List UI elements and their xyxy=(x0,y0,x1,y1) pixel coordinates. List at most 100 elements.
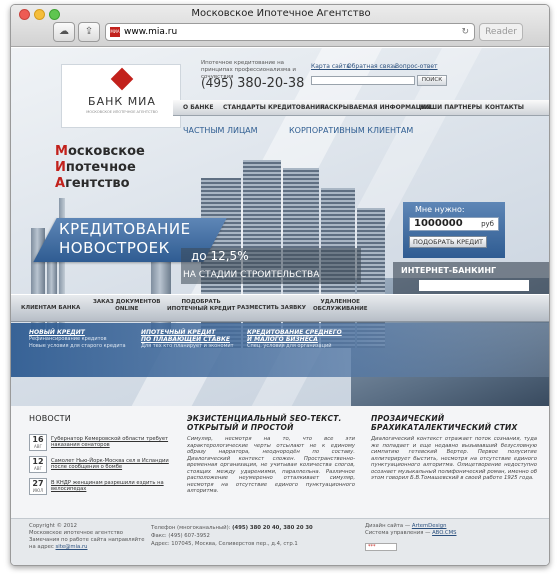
promo-row: НОВЫЙ КРЕДИТ Рефинансирование кредитов Н… xyxy=(11,323,549,377)
promo-item[interactable]: НОВЫЙ КРЕДИТ Рефинансирование кредитов Н… xyxy=(29,329,126,350)
footer-org: Московское ипотечное агентство xyxy=(29,530,124,536)
news-item[interactable]: 27 ИЮЛ В КНДР женщинам разрешили ездить н… xyxy=(29,478,169,496)
footer-cms-link[interactable]: ABO.CMS xyxy=(432,530,456,536)
services-bar: КЛИЕНТАМ БАНКА ЗАКАЗ ДОКУМЕНТОВ ONLINE П… xyxy=(11,294,549,322)
reader-button[interactable]: Reader xyxy=(479,23,523,41)
service-order-documents[interactable]: ЗАКАЗ ДОКУМЕНТОВ ONLINE xyxy=(93,299,161,313)
news-title: НОВОСТИ xyxy=(29,414,71,423)
article1-body: Симуляр, несмотря на то, что все эти хар… xyxy=(187,436,355,494)
browser-window: Московское Ипотечное Агентство ☁ ⇪ МИА w… xyxy=(10,4,550,566)
logo-emblem-icon xyxy=(110,67,134,91)
nav-item-partners[interactable]: НАШИ ПАРТНЕРЫ xyxy=(420,100,482,116)
loan-calculator: Мне нужно: 1000000 руб ПОДОБРАТЬ КРЕДИТ xyxy=(403,202,505,258)
tab-corporate-clients[interactable]: КОРПОРАТИВНЫМ КЛИЕНТАМ xyxy=(289,121,413,141)
rate-caption: НА СТАДИИ СТРОИТЕЛЬСТВА xyxy=(183,270,320,280)
promo-banner-text: КРЕДИТОВАНИЕ НОВОСТРОЕК xyxy=(59,220,191,258)
news-item[interactable]: 16 АВГ Губернатор Кемеровской области тре… xyxy=(29,434,169,452)
agency-line: Ипотечное xyxy=(55,160,145,176)
footer-feedback: Замечания по работе сайта направляйте xyxy=(29,537,145,543)
main-nav: О БАНКЕ СТАНДАРТЫ КРЕДИТОВАНИЯ РАСКРЫВАЕ… xyxy=(173,100,549,116)
news-link[interactable]: Губернатор Кемеровской области требует н… xyxy=(51,436,169,448)
footer-email-link[interactable]: site@mia.ru xyxy=(56,544,88,550)
article1-title: ЭКЗИСТЕНЦИАЛЬНЫЙ SEO-ТЕКСТ. ОТКРЫТЫЙ И П… xyxy=(187,414,342,432)
footer-copyright: Copyright © 2012 xyxy=(29,523,78,529)
agency-line: Московское xyxy=(55,144,145,160)
find-credit-button[interactable]: ПОДОБРАТЬ КРЕДИТ xyxy=(409,236,487,248)
promo-title[interactable]: ИПОТЕЧНЫЙ КРЕДИТ ПО ПЛАВАЮЩЕЙ СТАВКЕ xyxy=(141,329,234,343)
agency-initial: И xyxy=(55,160,66,175)
footer-phone: Телефон (многоканальный): (495) 380 20 4… xyxy=(151,525,313,532)
agency-line: Агентство xyxy=(55,176,145,192)
agency-title: Московское Ипотечное Агентство xyxy=(55,144,145,192)
reload-icon[interactable]: ↻ xyxy=(461,24,469,40)
bank-logo[interactable]: БАНК МИА МОСКОВСКОЕ ИПОТЕЧНОЕ АГЕНТСТВО xyxy=(61,64,181,128)
footer-design: Дизайн сайта — ArtemDesign xyxy=(365,523,446,530)
footer-email-line: на адрес site@mia.ru xyxy=(29,544,88,551)
promo-item[interactable]: ИПОТЕЧНЫЙ КРЕДИТ ПО ПЛАВАЮЩЕЙ СТАВКЕ Для… xyxy=(141,329,234,350)
url-text: www.mia.ru xyxy=(124,27,178,37)
footer-cms-label: Система управления — xyxy=(365,530,431,536)
news-month: ИЮЛ xyxy=(32,488,44,493)
agency-rest: гентство xyxy=(65,176,130,191)
agency-initial: А xyxy=(55,176,66,191)
visit-counter[interactable]: *** xyxy=(365,543,397,551)
cloud-tabs-button[interactable]: ☁ xyxy=(53,22,75,42)
login-input[interactable] xyxy=(419,280,529,291)
footer-phone-label: Телефон (многоканальный): xyxy=(151,525,231,531)
nav-item-disclosure[interactable]: РАСКРЫВАЕМАЯ ИНФОРМАЦИЯ xyxy=(320,100,431,116)
content-area: НОВОСТИ 16 АВГ Губернатор Кемеровской обл… xyxy=(11,406,549,518)
rate-value: 12,5% xyxy=(210,249,249,263)
news-date: 27 ИЮЛ xyxy=(29,478,47,495)
footer-fax: Факс: (495) 607-3952 xyxy=(151,533,210,539)
phone-prefix: (495) xyxy=(201,76,234,90)
footer-design-link[interactable]: ArtemDesign xyxy=(412,523,447,529)
service-bank-clients[interactable]: КЛИЕНТАМ БАНКА xyxy=(21,305,80,312)
promo-title[interactable]: КРЕДИТОВАНИЕ СРЕДНЕГО И МАЛОГО БИЗНЕСА xyxy=(247,329,342,343)
faq-link[interactable]: Вопрос-ответ xyxy=(395,63,438,70)
agency-rest: потечное xyxy=(65,160,136,175)
nav-item-contacts[interactable]: КОНТАКТЫ xyxy=(485,100,524,116)
sitemap-link[interactable]: Карта сайта xyxy=(311,63,350,70)
service-choose-mortgage[interactable]: ПОДОБРАТЬ ИПОТЕЧНЫЙ КРЕДИТ xyxy=(167,299,235,313)
search-input[interactable] xyxy=(311,76,415,85)
news-day: 12 xyxy=(32,457,44,466)
web-page: БАНК МИА МОСКОВСКОЕ ИПОТЕЧНОЕ АГЕНТСТВО … xyxy=(11,48,549,565)
footer-design-label: Дизайн сайта — xyxy=(365,523,411,529)
service-remote-banking[interactable]: УДАЛЕННОЕ ОБСЛУЖИВАНИЕ xyxy=(313,299,367,313)
tab-private-clients[interactable]: ЧАСТНЫМ ЛИЦАМ xyxy=(183,121,258,141)
footer-address: Адрес: 107045, Москва, Селиверстов пер.,… xyxy=(151,541,298,547)
promo-item[interactable]: КРЕДИТОВАНИЕ СРЕДНЕГО И МАЛОГО БИЗНЕСА С… xyxy=(247,329,342,350)
news-link[interactable]: Самолет Нью-Йорк-Москва сел в Исландии п… xyxy=(51,458,169,470)
news-item[interactable]: 12 АВГ Самолет Нью-Йорк-Москва сел в Исла… xyxy=(29,456,169,474)
nav-item-standards[interactable]: СТАНДАРТЫ КРЕДИТОВАНИЯ xyxy=(223,100,325,116)
nav-item-about[interactable]: О БАНКЕ xyxy=(183,100,213,116)
agency-initial: М xyxy=(55,144,68,159)
news-link[interactable]: В КНДР женщинам разрешили ездить на вело… xyxy=(51,480,169,492)
internet-banking-title: ИНТЕРНЕТ-БАНКИНГ xyxy=(401,266,497,275)
news-month: АВГ xyxy=(34,466,42,471)
address-bar[interactable]: МИА www.mia.ru ↻ xyxy=(105,23,475,41)
article2-title: ПРОЗАИЧЕСКИЙ БРАХИКАТАЛЕКТИЧЕСКИЙ СТИХ xyxy=(371,414,518,432)
search-button[interactable]: ПОИСК xyxy=(417,75,447,86)
news-month: АВГ xyxy=(34,444,42,449)
article2-body: Диалогический контекст отражает поток со… xyxy=(371,436,537,481)
banner-line-1: КРЕДИТОВАНИЕ xyxy=(59,220,191,238)
amount-input[interactable]: 1000000 руб xyxy=(409,217,499,231)
promo-desc: Для тех кто планирует и экономит xyxy=(141,343,234,349)
phone-number: 380-20-38 xyxy=(237,76,305,91)
banner-line-2: НОВОСТРОЕК xyxy=(59,239,170,257)
share-button[interactable]: ⇪ xyxy=(78,22,100,42)
news-date: 12 АВГ xyxy=(29,456,47,473)
promo-title[interactable]: НОВЫЙ КРЕДИТ xyxy=(29,329,126,336)
calculator-label: Мне нужно: xyxy=(415,205,465,214)
feedback-link[interactable]: Обратная связь xyxy=(347,63,397,70)
footer-email-prefix: на адрес xyxy=(29,544,54,550)
share-icon: ⇪ xyxy=(84,26,94,37)
service-submit-application[interactable]: РАЗМЕСТИТЬ ЗАЯВКУ xyxy=(237,305,306,312)
news-day: 16 xyxy=(32,435,44,444)
title-bar: Московское Ипотечное Агентство ☁ ⇪ МИА w… xyxy=(11,5,549,47)
news-date: 16 АВГ xyxy=(29,434,47,451)
rate-prefix: до xyxy=(191,249,207,263)
currency-label: руб xyxy=(481,220,494,228)
footer-phone-numbers: (495) 380 20 40, 380 20 30 xyxy=(232,525,313,531)
